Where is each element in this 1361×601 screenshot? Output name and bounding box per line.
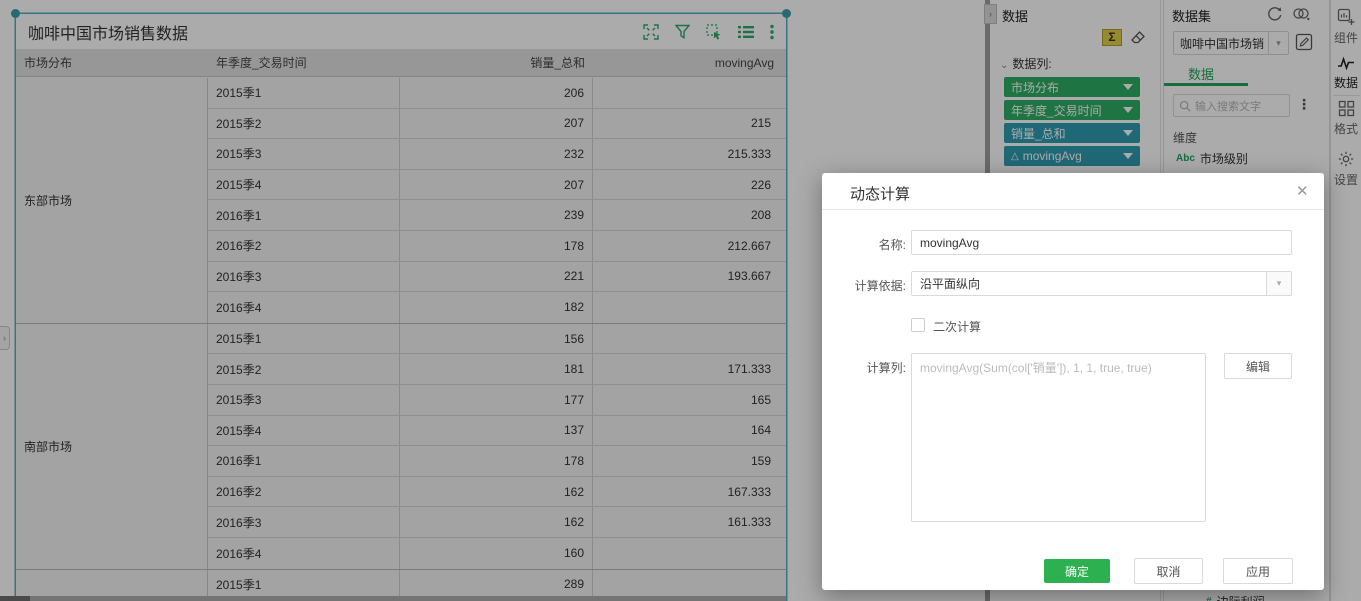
dynamic-calc-modal: 动态计算 ✕ 名称: movingAvg 计算依据: 沿平面纵向 ▾ 二次计算 … xyxy=(822,173,1324,590)
secondary-calc-checkbox[interactable] xyxy=(911,318,925,332)
name-label: 名称: xyxy=(822,236,906,253)
basis-label: 计算依据: xyxy=(822,277,906,294)
modal-header: 动态计算 ✕ xyxy=(822,173,1324,210)
ok-button[interactable]: 确定 xyxy=(1044,559,1110,583)
basis-select[interactable]: 沿平面纵向 ▾ xyxy=(911,271,1292,296)
edit-button[interactable]: 编辑 xyxy=(1224,353,1292,379)
calc-column-label: 计算列: xyxy=(822,359,906,376)
secondary-calc-label: 二次计算 xyxy=(933,318,981,335)
chevron-down-icon: ▾ xyxy=(1266,272,1291,295)
close-icon[interactable]: ✕ xyxy=(1296,182,1309,200)
modal-title: 动态计算 xyxy=(850,183,910,204)
basis-select-value: 沿平面纵向 xyxy=(912,275,1266,292)
apply-button[interactable]: 应用 xyxy=(1223,558,1293,584)
cancel-button[interactable]: 取消 xyxy=(1134,558,1203,584)
calc-column-textarea[interactable]: movingAvg(Sum(col['销量']), 1, 1, true, tr… xyxy=(911,353,1206,522)
name-input[interactable]: movingAvg xyxy=(911,230,1292,255)
calc-textarea-placeholder: movingAvg(Sum(col['销量']), 1, 1, true, tr… xyxy=(920,361,1152,375)
name-input-value: movingAvg xyxy=(920,236,979,250)
